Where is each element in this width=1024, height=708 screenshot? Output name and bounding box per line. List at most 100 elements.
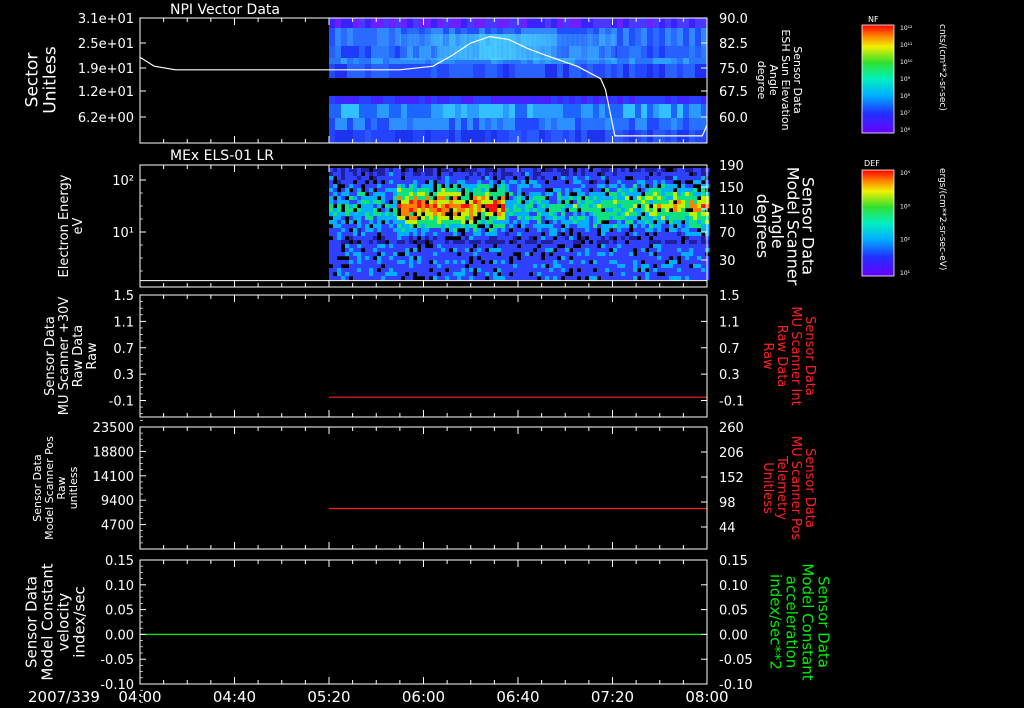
spectrogram-cell <box>419 96 426 104</box>
spectrogram-cell <box>469 232 474 237</box>
spectrogram-cell <box>561 264 566 269</box>
spectrogram-cell <box>437 212 442 217</box>
spectrogram-cell <box>669 244 674 249</box>
spectrogram-cell <box>385 236 390 241</box>
spectrogram-cell <box>369 256 374 261</box>
spectrogram-cell <box>425 268 430 273</box>
spectrogram-cell <box>589 244 594 249</box>
spectrogram-cell <box>689 256 694 261</box>
time-tick-label: 06:40 <box>496 688 539 706</box>
spectrogram-cell <box>497 248 502 253</box>
spectrogram-cell <box>613 260 618 265</box>
spectrogram-cell <box>529 204 534 209</box>
spectrogram-cell <box>405 236 410 241</box>
spectrogram-cell <box>641 180 646 185</box>
spectrogram-cell <box>349 232 354 237</box>
spectrogram-cell <box>369 192 374 197</box>
spectrogram-cell <box>445 172 450 177</box>
spectrogram-cell <box>681 276 686 281</box>
spectrogram-cell <box>689 276 694 281</box>
spectrogram-cell <box>573 208 578 213</box>
spectrogram-cell <box>493 208 498 213</box>
spectrogram-cell <box>677 96 684 104</box>
spectrogram-cell <box>617 216 622 221</box>
spectrogram-cell <box>389 172 394 177</box>
spectrogram-cell <box>381 268 386 273</box>
spectrogram-cell <box>515 118 522 130</box>
spectrogram-cell <box>573 180 578 185</box>
spectrogram-cell <box>437 228 442 233</box>
spectrogram-cell <box>695 18 702 28</box>
spectrogram-cell <box>545 224 550 229</box>
spectrogram-cell <box>573 212 578 217</box>
spectrogram-cell <box>669 240 674 245</box>
spectrogram-cell <box>569 244 574 249</box>
spectrogram-cell <box>397 172 402 177</box>
spectrogram-cell <box>393 228 398 233</box>
spectrogram-cell <box>373 216 378 221</box>
spectrogram-cell <box>609 220 614 225</box>
spectrogram-cell <box>365 130 372 143</box>
spectrogram-cell <box>329 192 334 197</box>
spectrogram-cell <box>433 192 438 197</box>
spectrogram-cell <box>497 276 502 281</box>
spectrogram-cell <box>469 208 474 213</box>
spectrogram-cell <box>395 130 402 143</box>
spectrogram-cell <box>533 228 538 233</box>
spectrogram-cell <box>353 268 358 273</box>
spectrogram-cell <box>601 200 606 205</box>
spectrogram-cell <box>501 192 506 197</box>
spectrogram-cell <box>381 224 386 229</box>
spectrogram-cell <box>629 252 634 257</box>
spectrogram-cell <box>573 272 578 277</box>
y-tick-label: 110 <box>719 203 744 218</box>
spectrogram-cell <box>377 46 384 58</box>
spectrogram-cell <box>481 176 486 181</box>
spectrogram-cell <box>665 104 672 118</box>
spectrogram-cell <box>677 224 682 229</box>
spectrogram-cell <box>633 228 638 233</box>
spectrogram-cell <box>473 64 480 78</box>
spectrogram-cell <box>429 176 434 181</box>
spectrogram-cell <box>407 96 414 104</box>
spectrogram-cell <box>521 18 528 28</box>
spectrogram-cell <box>581 96 588 104</box>
spectrogram-cell <box>597 268 602 273</box>
spectrogram-cell <box>329 184 334 189</box>
spectrogram-cell <box>497 240 502 245</box>
spectrogram-cell <box>653 224 658 229</box>
spectrogram-cell <box>545 260 550 265</box>
spectrogram-cell <box>661 168 666 173</box>
spectrogram-cell <box>449 104 456 118</box>
spectrogram-cell <box>653 188 658 193</box>
spectrogram-cell <box>605 172 610 177</box>
spectrogram-cell <box>683 64 690 78</box>
spectrogram-cell <box>409 184 414 189</box>
chart-canvas: NPI Vector Data 3.1e+012.5e+011.9e+011.2… <box>22 2 947 706</box>
spectrogram-cell <box>553 196 558 201</box>
spectrogram-cell <box>377 220 382 225</box>
spectrogram-cell <box>407 118 414 130</box>
spectrogram-cell <box>449 244 454 249</box>
spectrogram-cell <box>481 276 486 281</box>
spectrogram-cell <box>365 58 372 64</box>
left-ticks: 0.150.100.050.00-0.05-0.10 <box>100 554 146 703</box>
spectrogram-cell <box>437 240 442 245</box>
spectrogram-cell <box>497 172 502 177</box>
spectrogram-cell <box>405 208 410 213</box>
spectrogram-cell <box>677 212 682 217</box>
spectrogram-cell <box>485 200 490 205</box>
spectrogram-cell <box>617 58 624 64</box>
spectrogram-cell <box>337 208 342 213</box>
spectrogram-cell <box>623 118 630 130</box>
spectrogram-cell <box>585 256 590 261</box>
spectrogram-cell <box>637 168 642 173</box>
right-axis-label: Sensor DataESH Sun ElevationAngledegree <box>755 29 804 130</box>
spectrogram-cell <box>417 260 422 265</box>
spectrogram-cell <box>457 256 462 261</box>
spectrogram-cell <box>365 200 370 205</box>
spectrogram-cell <box>669 268 674 273</box>
spectrogram-cell <box>389 212 394 217</box>
spectrogram-cell <box>593 192 598 197</box>
spectrogram-cell <box>653 176 658 181</box>
